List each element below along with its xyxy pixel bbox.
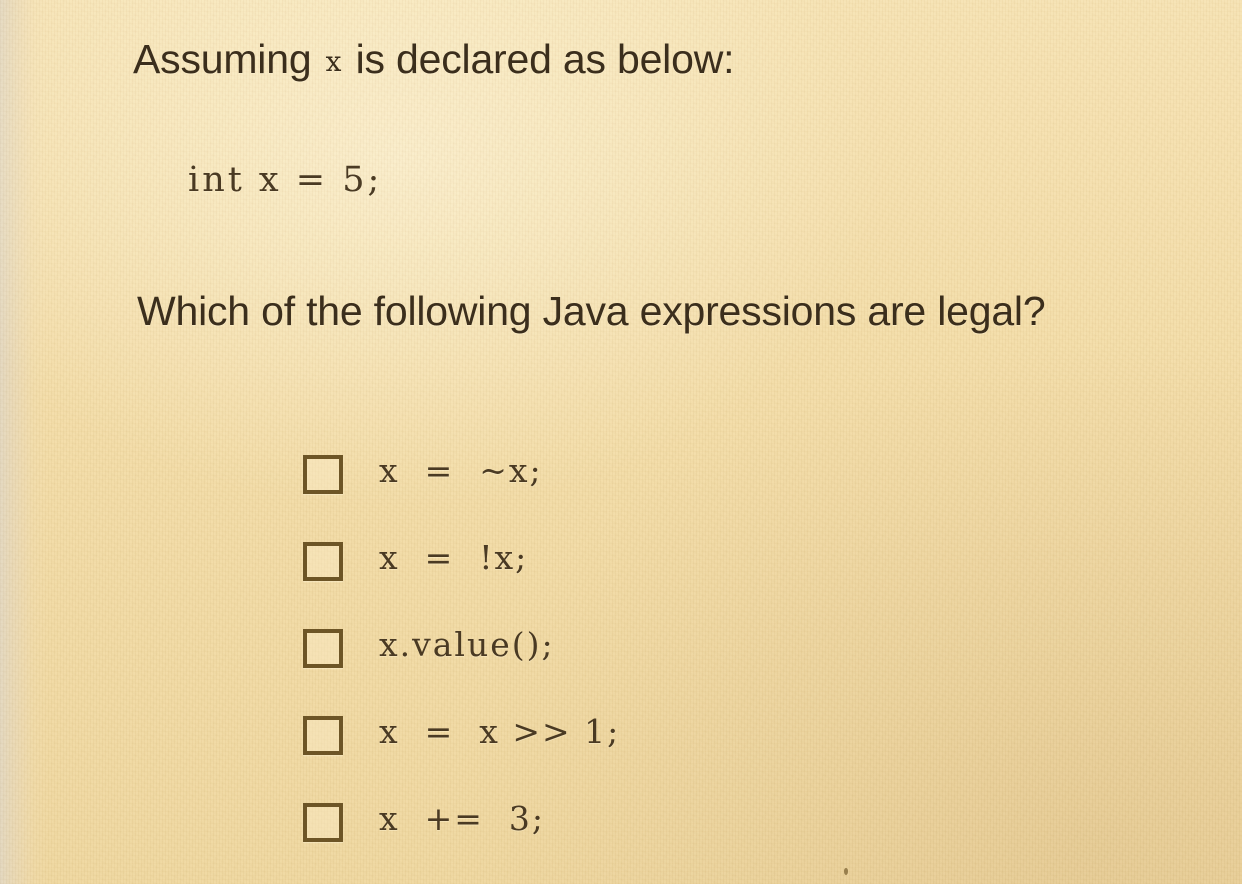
- option-label-b: x = !x;: [379, 538, 529, 577]
- option-row-e[interactable]: x += 3;: [0, 798, 1242, 884]
- option-label-e: x += 3;: [379, 799, 545, 838]
- prompt-prefix-text: Assuming: [133, 36, 312, 82]
- checkbox-option-e[interactable]: [303, 803, 343, 842]
- question-text: Which of the following Java expressions …: [137, 288, 1046, 334]
- option-label-c: x.value();: [379, 625, 555, 664]
- option-row-a[interactable]: x = ~x;: [0, 450, 1242, 537]
- prompt-suffix-text: is declared as below:: [355, 36, 735, 82]
- code-declaration: int x = 5;: [188, 160, 383, 200]
- checkbox-option-d[interactable]: [303, 716, 343, 755]
- paper-speck: [844, 868, 848, 875]
- option-row-b[interactable]: x = !x;: [0, 537, 1242, 624]
- option-label-a: x = ~x;: [379, 451, 543, 490]
- prompt-variable-text: x: [325, 45, 342, 78]
- option-row-d[interactable]: x = x >> 1;: [0, 711, 1242, 798]
- prompt-line: Assuming x is declared as below:: [133, 36, 735, 83]
- option-row-c[interactable]: x.value();: [0, 624, 1242, 711]
- option-label-d: x = x >> 1;: [379, 712, 621, 751]
- checkbox-option-b[interactable]: [303, 542, 343, 581]
- worksheet-page: Assuming x is declared as below: int x =…: [0, 0, 1242, 884]
- question-content: Assuming x is declared as below: int x =…: [0, 0, 1242, 884]
- answer-options-list: x = ~x; x = !x; x.value(); x = x >> 1; x…: [0, 450, 1242, 884]
- checkbox-option-c[interactable]: [303, 629, 343, 668]
- checkbox-option-a[interactable]: [303, 455, 343, 494]
